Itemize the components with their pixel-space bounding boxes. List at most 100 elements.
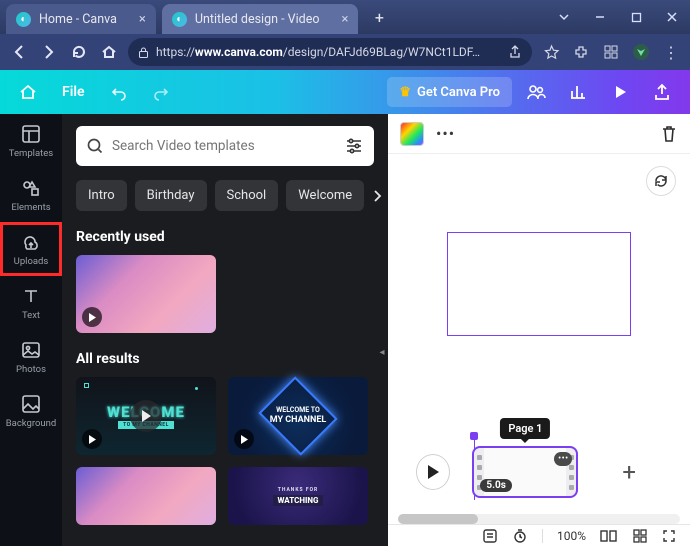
video-frame[interactable] [447, 232, 631, 336]
regenerate-button[interactable] [646, 166, 676, 196]
minimize-button[interactable] [582, 0, 618, 34]
maximize-button[interactable] [618, 0, 654, 34]
back-button[interactable] [8, 41, 30, 63]
sidebar-item-text[interactable]: Text [0, 276, 62, 330]
profile-icon[interactable] [630, 41, 652, 63]
sidebar-item-photos[interactable]: Photos [0, 330, 62, 384]
pro-label: Get Canva Pro [417, 85, 500, 100]
browser-tab-design[interactable]: ◐ Untitled design - Video × [162, 4, 359, 34]
more-options-button[interactable]: ••• [436, 124, 455, 143]
fullscreen-button[interactable] [662, 529, 676, 543]
left-nav: Templates Elements Uploads Text Photos B… [0, 114, 62, 546]
titlebar: ◐ Home - Canva × ◐ Untitled design - Vid… [0, 0, 690, 34]
template-text: THANKS FOR [278, 487, 318, 493]
chip-school[interactable]: School [215, 180, 279, 211]
notes-button[interactable] [482, 528, 498, 544]
duration-button[interactable] [512, 528, 528, 544]
get-pro-button[interactable]: ♛ Get Canva Pro [387, 77, 512, 107]
sidebar-item-label: Text [22, 310, 40, 321]
template-thanks-watching[interactable]: THANKS FOR WATCHING [228, 467, 368, 525]
sidebar-item-elements[interactable]: Elements [0, 168, 62, 222]
chip-welcome[interactable]: Welcome [286, 180, 364, 211]
tab-title: Home - Canva [39, 12, 117, 27]
play-icon [234, 429, 254, 449]
color-picker-button[interactable] [400, 122, 424, 146]
sidebar-item-background[interactable]: Background [0, 384, 62, 438]
scrollbar-thumb[interactable] [398, 514, 478, 524]
menu-icon[interactable]: ⋮ [660, 41, 682, 63]
panel-collapse-handle[interactable]: ◂ [375, 332, 388, 372]
search-input[interactable] [112, 138, 336, 154]
url-text: https://www.canva.com/design/DAFJd69BLag… [156, 45, 508, 59]
sidebar-item-uploads[interactable]: Uploads [0, 222, 62, 276]
canva-favicon-icon: ◐ [172, 12, 187, 27]
close-window-button[interactable] [654, 0, 690, 34]
clip-options-button[interactable]: ••• [554, 452, 572, 466]
status-bar: 100% [388, 524, 690, 546]
url-input[interactable]: https://www.canva.com/design/DAFJd69BLag… [128, 38, 532, 66]
present-button[interactable] [602, 74, 638, 110]
template-text: WELCOME TO [276, 406, 320, 414]
app-bar: File ♛ Get Canva Pro [0, 70, 690, 114]
chip-intro[interactable]: Intro [76, 180, 127, 211]
timeline-clip[interactable]: Page 1 5.0s ••• [472, 446, 578, 498]
close-icon[interactable]: × [139, 12, 146, 27]
grid-view-button[interactable] [632, 528, 648, 544]
forward-button[interactable] [38, 41, 60, 63]
template-search[interactable] [76, 126, 374, 166]
apps-icon[interactable] [600, 41, 622, 63]
chips-more-button[interactable] [372, 184, 382, 208]
pages-view-button[interactable] [600, 529, 618, 543]
delete-button[interactable] [660, 124, 678, 144]
template-recent-1[interactable] [76, 255, 216, 333]
section-all-results: All results [76, 351, 374, 367]
timeline: Page 1 5.0s ••• + [388, 432, 690, 512]
share-button[interactable] [644, 74, 680, 110]
template-pink-2[interactable] [76, 467, 216, 525]
search-icon [86, 137, 104, 155]
templates-panel: Intro Birthday School Welcome Recently u… [62, 114, 388, 546]
canvas-stage[interactable] [388, 154, 690, 414]
play-icon [130, 400, 162, 432]
horizontal-scrollbar[interactable] [398, 514, 680, 524]
filters-icon[interactable] [344, 136, 364, 156]
divider [542, 529, 543, 543]
canva-favicon-icon: ◐ [16, 12, 31, 27]
browser-tab-home[interactable]: ◐ Home - Canva × [6, 4, 156, 34]
star-icon[interactable] [540, 41, 562, 63]
redo-button[interactable] [143, 74, 179, 110]
play-icon [82, 429, 102, 449]
collaborators-button[interactable] [518, 74, 554, 110]
crown-icon: ♛ [399, 85, 411, 100]
reload-button[interactable] [68, 41, 90, 63]
chip-birthday[interactable]: Birthday [135, 180, 207, 211]
insights-button[interactable] [560, 74, 596, 110]
canva-home-button[interactable] [10, 74, 46, 110]
add-clip-button[interactable]: + [622, 458, 636, 486]
close-icon[interactable]: × [341, 12, 348, 27]
filter-chips: Intro Birthday School Welcome [76, 180, 374, 211]
template-welcome[interactable]: WELCOME TO MY CHANNEL [76, 377, 216, 455]
page-tooltip: Page 1 [500, 418, 550, 439]
sidebar-item-label: Photos [16, 364, 46, 375]
address-bar: https://www.canva.com/design/DAFJd69BLag… [0, 34, 690, 70]
file-menu[interactable]: File [52, 84, 95, 100]
new-tab-button[interactable]: + [366, 4, 392, 30]
clip-duration: 5.0s [480, 479, 512, 492]
sidebar-item-templates[interactable]: Templates [0, 114, 62, 168]
home-button[interactable] [98, 41, 120, 63]
share-icon[interactable] [508, 45, 522, 59]
extensions-icon[interactable] [570, 41, 592, 63]
undo-button[interactable] [101, 74, 137, 110]
sidebar-item-label: Background [6, 418, 57, 429]
timeline-play-button[interactable] [416, 454, 450, 490]
canvas-toolbar: ••• [388, 114, 690, 154]
section-recently-used: Recently used [76, 229, 374, 245]
lock-icon [138, 46, 150, 59]
sidebar-item-label: Elements [11, 202, 50, 213]
template-text: MY CHANNEL [270, 415, 327, 427]
template-neon-channel[interactable]: WELCOME TOMY CHANNEL [228, 377, 368, 455]
zoom-level[interactable]: 100% [557, 529, 586, 543]
chevron-down-icon[interactable] [546, 0, 582, 34]
play-icon [82, 307, 102, 327]
